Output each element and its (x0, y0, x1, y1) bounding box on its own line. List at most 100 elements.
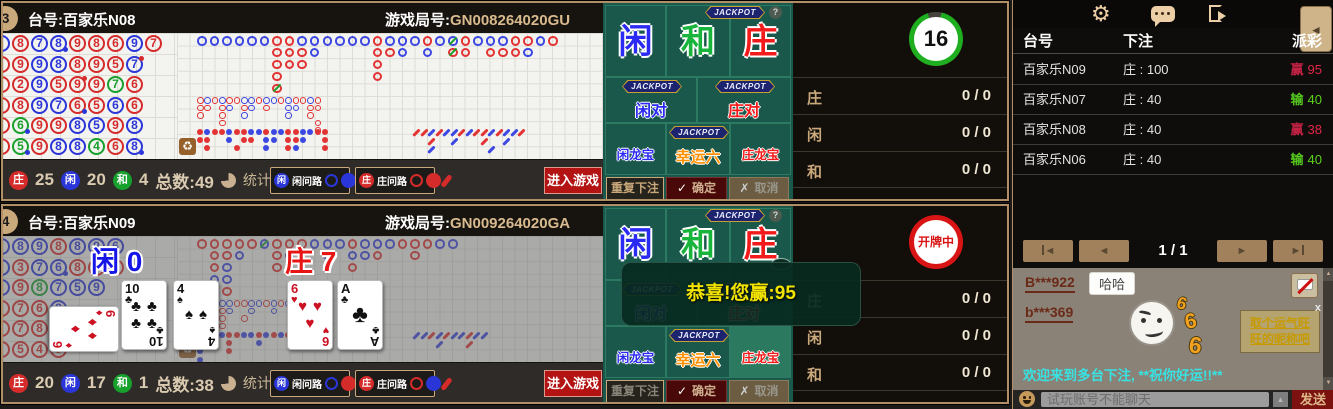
small-road-cell (204, 105, 211, 112)
jackpot-lucky6-badge: JACKPOT (669, 329, 729, 342)
prev-page-button[interactable]: ◄ (1079, 240, 1129, 262)
bead-cell: 8 (50, 56, 67, 73)
bet-record-row[interactable]: 百家乐N08庄 : 40赢38 (1013, 115, 1333, 145)
tie-count-badge: 和 (113, 171, 132, 190)
dot-road-cell (248, 137, 254, 143)
enter-game-button[interactable]: 进入游戏 (544, 167, 602, 194)
dot-road-cell (256, 129, 262, 135)
payout-amount: 95 (1308, 62, 1322, 77)
bet-banker-dragon-cell[interactable]: 庄龙宝 (730, 123, 791, 175)
bet-player-dragon-cell[interactable]: 闲龙宝 (605, 326, 666, 378)
chat-username[interactable]: B***922 (1025, 274, 1075, 293)
big-road-cell (247, 36, 257, 46)
help-icon[interactable]: ? (769, 209, 782, 222)
bet-player-dragon-cell[interactable]: 闲龙宝 (605, 123, 666, 175)
repeat-bet-button[interactable]: 重复下注 (606, 380, 664, 403)
scroll-up-icon[interactable]: ▲ (1323, 268, 1333, 281)
bead-cell: 8 (88, 35, 105, 52)
pair-dot (63, 47, 68, 52)
cancel-button[interactable]: ✗取消 (729, 177, 789, 200)
player-ask-road-button[interactable]: 闲闲问路 (270, 167, 350, 194)
small-road-cell (241, 97, 248, 104)
next-page-button[interactable]: ► (1217, 240, 1267, 262)
chat-username[interactable]: b***369 (1025, 304, 1073, 323)
bead-cell: 7 (50, 97, 67, 114)
bead-cell: 6 (69, 97, 86, 114)
card-rank: 4 (208, 335, 215, 348)
refresh-road-icon[interactable]: ♻ (179, 138, 196, 155)
bead-cell: 7 (107, 76, 124, 93)
big-road-cell (523, 36, 533, 46)
bead-cell: 8 (69, 117, 86, 134)
bet-record-row[interactable]: 百家乐N06庄 : 40输40 (1013, 145, 1333, 175)
stats-label[interactable]: 统计 (243, 373, 271, 393)
big-road-cell (373, 48, 383, 58)
chat-mute-icon[interactable] (1291, 273, 1318, 298)
stake-value: 0 / 0 (962, 327, 991, 344)
stats-label[interactable]: 统计 (243, 170, 271, 190)
bet-lucky6-cell[interactable]: JACKPOT幸运六 (666, 123, 730, 175)
small-road-cell (263, 105, 270, 112)
exit-icon[interactable] (1209, 5, 1222, 22)
player-ask-road-button[interactable]: 闲闲问路 (270, 370, 350, 397)
help-icon[interactable]: ? (769, 6, 782, 19)
bet-label: 和 (667, 24, 729, 60)
dot-road-cell (285, 137, 291, 143)
bet-label: 庄 (731, 24, 790, 60)
enter-game-button[interactable]: 进入游戏 (544, 370, 602, 397)
small-road-cell (307, 112, 314, 119)
slash-road-cell (480, 137, 488, 145)
confirm-button[interactable]: ✓确定 (666, 380, 727, 403)
dot-road-cell (263, 137, 269, 143)
result-counts: 庄25闲20和4总数:49统计 (9, 160, 271, 200)
playing-card: 6♥6♥♥♥♥ (287, 280, 333, 350)
pip: ♣ (131, 316, 141, 332)
card-pips: ♣♣♣♣ (130, 295, 158, 335)
small-road-cell (315, 97, 322, 104)
emoji-icon[interactable] (1019, 391, 1035, 407)
total-count: 总数:38 (155, 371, 214, 396)
send-button[interactable]: 发送 (1292, 390, 1333, 409)
big-road-cell (498, 48, 508, 58)
jackpot-label: JACKPOT (670, 330, 728, 341)
pip: ♥ (313, 299, 322, 315)
big-road-cell (272, 84, 282, 94)
dot-road-cell (278, 129, 284, 135)
stake-label: 闲 (807, 327, 822, 348)
cancel-button[interactable]: ✗取消 (729, 380, 789, 403)
bet-label: 庄龙宝 (731, 144, 790, 163)
dot-road-cell (285, 145, 291, 151)
chat-icon[interactable] (1151, 6, 1175, 22)
expand-input-icon[interactable]: ▲ (1273, 392, 1288, 407)
confirm-button[interactable]: ✓确定 (666, 177, 727, 200)
bet-player-pair-cell[interactable]: JACKPOT闲对 (605, 77, 697, 123)
repeat-bet-button[interactable]: 重复下注 (606, 177, 664, 200)
hollow-circle-icon (410, 377, 423, 390)
settings-icon[interactable]: ⚙ (1091, 0, 1111, 28)
ask-label: 庄问路 (377, 376, 407, 391)
banker-ask-road-button[interactable]: 庄庄问路 (355, 167, 435, 194)
pip: ♣ (147, 299, 157, 315)
last-page-button[interactable]: ► (1273, 240, 1323, 262)
bet-banker-dragon-cell[interactable]: 庄龙宝 (730, 326, 791, 378)
bead-cell: 5 (50, 76, 67, 93)
chat-scrollbar[interactable]: ▲ ▼ (1323, 268, 1333, 390)
banker-ask-road-button[interactable]: 庄庄问路 (355, 370, 435, 397)
dot-road-cell (293, 137, 299, 143)
bet-banker-pair-cell[interactable]: JACKPOT庄对 (697, 77, 791, 123)
player-count: 20 (87, 170, 106, 190)
stake-label: 和 (807, 161, 822, 182)
nickname-tip-popup[interactable]: 取个运气旺 旺的昵称吧 x (1240, 310, 1320, 353)
big-road-cell (511, 36, 521, 46)
bet-record-row[interactable]: 百家乐N09庄 : 100赢95 (1013, 55, 1333, 85)
bet-player-cell[interactable]: 闲 (605, 5, 666, 77)
bet-lucky6-cell[interactable]: JACKPOT幸运六 (666, 326, 730, 378)
scroll-down-icon[interactable]: ▼ (1323, 377, 1333, 390)
chat-input[interactable] (1041, 392, 1269, 407)
bet-record-row[interactable]: 百家乐N07庄 : 40输40 (1013, 85, 1333, 115)
stats-bar: 庄25闲20和4总数:49统计闲闲问路庄庄问路进入游戏 (3, 159, 603, 199)
bead-cell: 9 (31, 97, 48, 114)
close-icon[interactable]: x (1315, 302, 1321, 314)
bead-cell: 9 (31, 117, 48, 134)
first-page-button[interactable]: ◄ (1023, 240, 1073, 262)
